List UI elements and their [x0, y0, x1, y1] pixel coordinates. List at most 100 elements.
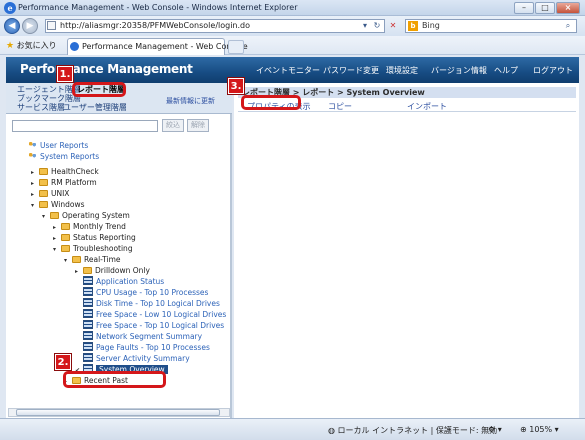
- expand-toggle-icon[interactable]: ▾: [31, 200, 39, 211]
- browser-tab[interactable]: Performance Management - Web Console: [67, 38, 248, 55]
- page-icon: [47, 21, 56, 30]
- new-tab-button[interactable]: [228, 40, 244, 54]
- folder-icon: [39, 168, 48, 175]
- folder-icon: [61, 245, 70, 252]
- address-dropdown-icon[interactable]: ▾: [359, 20, 371, 32]
- ie-logo-icon: e: [4, 2, 16, 14]
- search-icon[interactable]: ⌕: [562, 20, 574, 32]
- globe-icon: ◍: [328, 426, 335, 435]
- tree-item-label: System Reports: [40, 152, 100, 161]
- tree-item-label: Operating System: [62, 211, 130, 220]
- tab-service-tier[interactable]: サービス階層: [17, 103, 65, 113]
- callout-3-badge: 3.: [228, 78, 244, 94]
- favorites-bar: ★ お気に入り Performance Management - Web Con…: [0, 36, 585, 55]
- tree-item[interactable]: Server Activity Summary: [20, 353, 230, 364]
- bing-icon: b: [408, 21, 418, 31]
- expand-toggle-icon[interactable]: ▾: [64, 255, 72, 266]
- stop-icon[interactable]: ✕: [387, 20, 399, 32]
- tree-item[interactable]: Page Faults - Top 10 Processes: [20, 342, 230, 353]
- favorites-label: お気に入り: [16, 41, 57, 50]
- filter-input[interactable]: [12, 120, 158, 132]
- tree-item[interactable]: ▸ HealthCheck: [20, 166, 230, 177]
- app-title: Performance Management: [20, 62, 193, 76]
- star-icon: ★: [6, 41, 15, 51]
- zone-label: ローカル イントラネット | 保護モード: 無効: [337, 426, 498, 435]
- tab-ie-icon: [70, 42, 79, 51]
- clear-button[interactable]: 解除: [187, 119, 209, 132]
- search-input[interactable]: Bing: [405, 19, 577, 33]
- scrollbar-thumb[interactable]: [16, 409, 220, 416]
- tree-item-label: Page Faults - Top 10 Processes: [96, 343, 210, 352]
- tree-item[interactable]: ▸ Monthly Trend: [20, 221, 230, 232]
- window-title: Performance Management - Web Console - W…: [18, 3, 298, 12]
- nav-help[interactable]: ヘルプ: [494, 65, 518, 76]
- reload-link[interactable]: 最新情報に更新: [166, 96, 215, 106]
- tree-item-label: User Reports: [40, 141, 89, 150]
- close-button[interactable]: ×: [556, 2, 580, 14]
- folder-icon: [83, 267, 92, 274]
- refresh-icon[interactable]: ↻: [371, 20, 383, 32]
- tree-item-label: HealthCheck: [51, 167, 99, 176]
- maximize-button[interactable]: □: [535, 2, 555, 14]
- folder-icon: [50, 212, 59, 219]
- nav-logout[interactable]: ログアウト: [533, 65, 573, 76]
- tree-item-label: Real-Time: [84, 255, 121, 264]
- tree-item[interactable]: CPU Usage - Top 10 Processes: [20, 287, 230, 298]
- favorites-button[interactable]: ★ お気に入り: [6, 39, 57, 52]
- tree-item[interactable]: Free Space - Top 10 Logical Drives: [20, 320, 230, 331]
- tree-item-label: Network Segment Summary: [96, 332, 203, 341]
- zoom-label: 105%: [529, 425, 553, 434]
- callout-2-highlight: [63, 371, 166, 388]
- tree-item[interactable]: Application Status: [20, 276, 230, 287]
- tree-item[interactable]: ▾ Operating System: [20, 210, 230, 221]
- tree-item[interactable]: ▾ Real-Time: [20, 254, 230, 265]
- protected-mode-icon[interactable]: ⚙ ▾: [488, 425, 502, 434]
- tree-item-label: Troubleshooting: [73, 244, 133, 253]
- tree-item-label: Free Space - Top 10 Logical Drives: [96, 321, 225, 330]
- folder-icon: [72, 256, 81, 263]
- narrow-button[interactable]: 絞込: [162, 119, 184, 132]
- tree-item[interactable]: Free Space - Low 10 Logical Drives: [20, 309, 230, 320]
- tree-item-label: RM Platform: [51, 178, 97, 187]
- tree-item[interactable]: ▸ Drilldown Only: [20, 265, 230, 276]
- tree-item[interactable]: Disk Time - Top 10 Logical Drives: [20, 298, 230, 309]
- tree-item[interactable]: ▸ Status Reporting: [20, 232, 230, 243]
- tree-item[interactable]: ▸ RM Platform: [20, 177, 230, 188]
- folder-icon: [39, 201, 48, 208]
- expand-toggle-icon[interactable]: ▾: [53, 244, 61, 255]
- tree-item-label: Windows: [51, 200, 85, 209]
- address-bar: ◀ ▶ http://aliasmgr:20358/PFMWebConsole/…: [0, 16, 585, 36]
- report-icon: [83, 298, 93, 307]
- folder-icon: [61, 223, 70, 230]
- nav-version-info[interactable]: バージョン情報: [431, 65, 487, 76]
- back-button[interactable]: ◀: [4, 18, 20, 34]
- nav-settings[interactable]: 環境設定: [386, 65, 418, 76]
- folder-icon: [39, 190, 48, 197]
- tree-item-label: Application Status: [96, 277, 165, 286]
- detail-pane: [234, 83, 579, 418]
- callout-2-badge: 2.: [55, 354, 71, 370]
- tree-item[interactable]: System Reports: [20, 151, 230, 162]
- tree-item-label: CPU Usage - Top 10 Processes: [96, 288, 209, 297]
- folder-icon: [61, 234, 70, 241]
- expand-toggle-icon[interactable]: ▾: [42, 211, 50, 222]
- tab-user-management-tier[interactable]: ユーザー管理階層: [63, 103, 127, 113]
- tree-item-label: Monthly Trend: [73, 222, 126, 231]
- tree-item-label: Free Space - Low 10 Logical Drives: [96, 310, 227, 319]
- tree-item[interactable]: User Reports: [20, 140, 230, 151]
- nav-change-password[interactable]: パスワード変更: [323, 65, 379, 76]
- tree-item[interactable]: ▸ UNIX: [20, 188, 230, 199]
- report-icon: [83, 353, 93, 362]
- forward-button[interactable]: ▶: [22, 18, 38, 34]
- callout-1-badge: 1.: [57, 66, 73, 82]
- minimize-button[interactable]: –: [514, 2, 534, 14]
- report-icon: [83, 342, 93, 351]
- tree-item[interactable]: ▾ Windows: [20, 199, 230, 210]
- tree-item[interactable]: ▾ Troubleshooting: [20, 243, 230, 254]
- url-input[interactable]: http://aliasmgr:20358/PFMWebConsole/logi…: [45, 19, 385, 33]
- nav-event-monitor[interactable]: イベントモニター: [256, 65, 320, 76]
- tree-item[interactable]: Network Segment Summary: [20, 331, 230, 342]
- zoom-control[interactable]: ⊕ 105% ▾: [520, 425, 559, 434]
- report-tree: User Reports System Reports ▸ HealthCheck ▸ R…: [20, 140, 230, 386]
- report-icon: [83, 276, 93, 285]
